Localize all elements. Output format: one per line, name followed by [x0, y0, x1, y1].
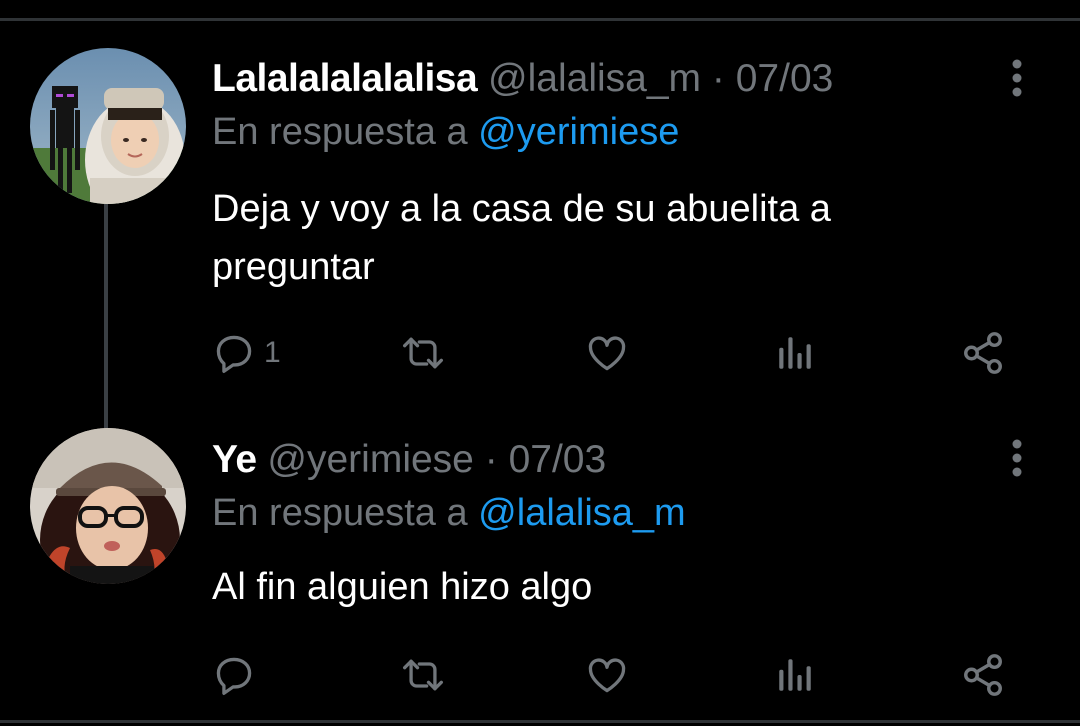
reply-icon: [216, 657, 252, 695]
share-button[interactable]: [960, 650, 1006, 700]
tweet-2[interactable]: Ye @yerimiese · 07/03 En respuesta a @la…: [0, 0, 1080, 726]
user-handle[interactable]: @yerimiese: [267, 438, 473, 481]
reply-prefix: En respuesta a: [212, 492, 468, 534]
reply-mention-link[interactable]: @lalalisa_m: [478, 492, 686, 534]
separator-dot: ·: [484, 438, 498, 481]
retweet-button[interactable]: [398, 650, 448, 700]
bottom-divider: [0, 720, 1080, 723]
like-button[interactable]: [584, 650, 630, 700]
reply-button[interactable]: [212, 650, 264, 700]
action-bar: [212, 650, 1032, 700]
views-button[interactable]: [774, 650, 816, 700]
like-icon: [588, 658, 626, 693]
tweet-date[interactable]: 07/03: [509, 438, 607, 481]
views-icon: [779, 659, 811, 691]
avatar-yerimiese[interactable]: [30, 428, 186, 584]
tweet-header: Ye @yerimiese · 07/03: [212, 437, 606, 483]
reply-context: En respuesta a @lalalisa_m: [212, 491, 686, 535]
display-name[interactable]: Ye: [212, 438, 257, 481]
more-icon[interactable]: [1000, 438, 1034, 482]
share-icon: [964, 654, 1002, 696]
retweet-icon: [403, 659, 443, 691]
tweet-text: Al fin alguien hizo algo: [212, 566, 593, 608]
